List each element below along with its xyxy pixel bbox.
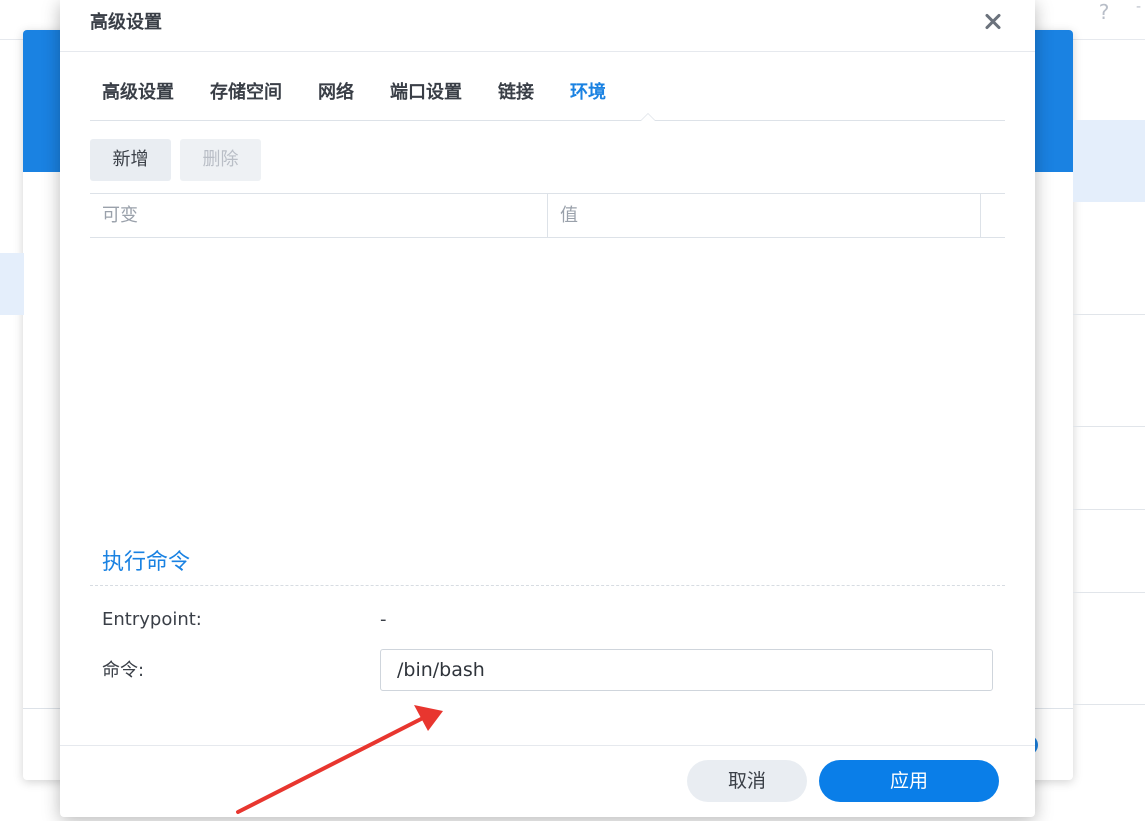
column-header-value[interactable]: 值: [548, 194, 980, 237]
column-divider: [980, 194, 981, 237]
tab-network[interactable]: 网络: [318, 81, 354, 105]
help-icon[interactable]: ?: [1093, 0, 1115, 24]
tab-environment[interactable]: 环境: [570, 81, 606, 105]
environment-table: 可变 值: [90, 193, 1005, 238]
tab-advanced-settings[interactable]: 高级设置: [102, 81, 174, 105]
section-title-execute-command: 执行命令: [102, 550, 191, 575]
command-label: 命令:: [102, 660, 145, 681]
tab-links[interactable]: 链接: [498, 81, 534, 105]
background-selected-row: [0, 253, 24, 315]
advanced-settings-dialog: 高级设置 高级设置 存储空间 网络 端口设置 链接 环境 新增 删除 可变 值 …: [60, 0, 1035, 817]
footer-divider: [60, 745, 1035, 746]
command-input[interactable]: [380, 649, 993, 691]
background-list-divider: [1073, 704, 1145, 705]
apply-button[interactable]: 应用: [819, 760, 999, 802]
entrypoint-value: -: [380, 609, 387, 630]
entrypoint-label: Entrypoint:: [102, 609, 202, 630]
tab-storage[interactable]: 存储空间: [210, 81, 282, 105]
add-button[interactable]: 新增: [90, 139, 171, 181]
dialog-header: 高级设置: [60, 0, 1035, 52]
tab-port-settings[interactable]: 端口设置: [390, 81, 462, 105]
background-selected-item: [1073, 120, 1145, 202]
minimize-icon[interactable]: -: [1136, 0, 1145, 14]
background-list-divider: [1073, 314, 1145, 315]
active-tab-indicator: [640, 113, 656, 121]
background-list: [1073, 202, 1145, 802]
section-divider: [90, 585, 1005, 586]
close-icon[interactable]: [980, 8, 1006, 34]
background-list-divider: [1073, 592, 1145, 593]
cancel-button[interactable]: 取消: [687, 760, 807, 802]
dialog-title: 高级设置: [90, 12, 162, 33]
background-list-divider: [1073, 509, 1145, 510]
delete-button[interactable]: 删除: [180, 139, 261, 181]
background-list-divider: [1073, 426, 1145, 427]
column-header-variable[interactable]: 可变: [90, 194, 547, 237]
tab-bar: 高级设置 存储空间 网络 端口设置 链接 环境: [90, 52, 1005, 121]
